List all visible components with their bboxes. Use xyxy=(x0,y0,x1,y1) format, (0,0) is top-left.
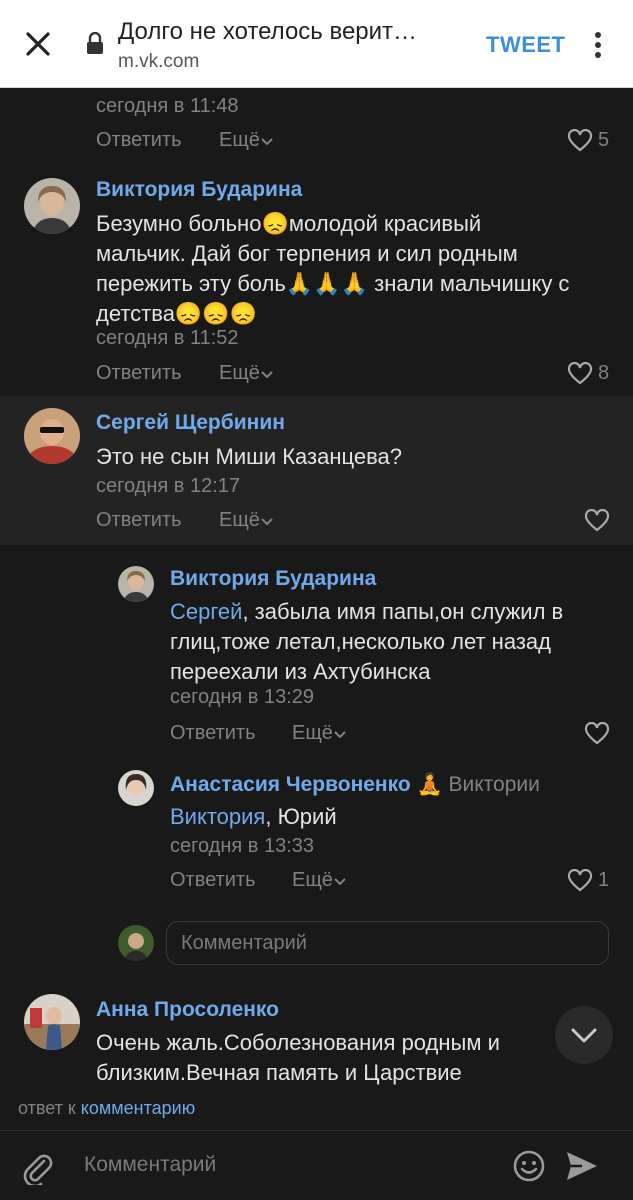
comment-author[interactable]: Анастасия Червоненко 🧘 Виктории xyxy=(170,773,540,797)
comment-text: Сергей, забыла имя папы,он служил в глиц… xyxy=(170,599,564,684)
send-icon[interactable] xyxy=(564,1149,600,1183)
custom-tab-toolbar: Долго не хотелось верит… m.vk.com TWEET xyxy=(0,0,633,88)
more-button[interactable]: Ещё xyxy=(219,129,274,152)
reply-button[interactable]: Ответить xyxy=(96,362,182,385)
lock-icon xyxy=(87,32,103,54)
mention-link[interactable]: Сергей xyxy=(170,599,242,624)
emoji-icon[interactable] xyxy=(512,1149,546,1183)
tweet-button[interactable]: TWEET xyxy=(486,32,566,58)
like-icon[interactable] xyxy=(567,869,593,893)
avatar xyxy=(118,925,154,961)
like-count: 8 xyxy=(598,362,610,384)
like-icon[interactable] xyxy=(584,722,610,746)
more-button[interactable]: Ещё xyxy=(219,509,274,532)
comment-composer: Комментарий xyxy=(0,1130,633,1200)
like-icon[interactable] xyxy=(567,129,593,153)
chevron-down-icon xyxy=(571,1028,597,1043)
avatar[interactable] xyxy=(24,178,80,234)
avatar[interactable] xyxy=(24,994,80,1050)
comment-text: Это не сын Миши Казанцева? xyxy=(96,444,403,469)
chevron-down-icon xyxy=(334,878,346,886)
thread-comment-input[interactable]: Комментарий xyxy=(166,921,609,965)
close-icon[interactable] xyxy=(20,26,56,62)
comment-text: Виктория, Юрий xyxy=(170,804,337,829)
comment-time: сегодня в 12:17 xyxy=(96,475,240,497)
chevron-down-icon xyxy=(261,371,273,379)
attach-icon[interactable] xyxy=(20,1149,54,1185)
comment-author[interactable]: Виктория Бударина xyxy=(170,567,376,591)
more-button[interactable]: Ещё xyxy=(292,722,347,745)
comment-time: сегодня в 13:33 xyxy=(170,835,314,857)
avatar[interactable] xyxy=(118,770,154,806)
reply-button[interactable]: Ответить xyxy=(170,722,256,745)
reply-button[interactable]: Ответить xyxy=(96,509,182,532)
more-vert-icon[interactable] xyxy=(588,30,608,60)
reply-target-link[interactable]: комментарию xyxy=(81,1098,195,1118)
comment-text: Очень жаль.Соболезнования родным и близк… xyxy=(96,1030,500,1085)
mention-link[interactable]: Виктория xyxy=(170,804,265,829)
page-title: Долго не хотелось верит… xyxy=(118,18,418,45)
chevron-down-icon xyxy=(334,731,346,739)
comment-author[interactable]: Виктория Бударина xyxy=(96,178,302,202)
comment-author[interactable]: Анна Просоленко xyxy=(96,998,279,1022)
chevron-down-icon xyxy=(261,138,273,146)
reply-indicator: ответ к комментарию xyxy=(0,1090,633,1130)
reply-button[interactable]: Ответить xyxy=(170,869,256,892)
like-icon[interactable] xyxy=(567,362,593,386)
more-button[interactable]: Ещё xyxy=(219,362,274,385)
composer-input[interactable]: Комментарий xyxy=(84,1153,216,1177)
reply-indicator-label: ответ к xyxy=(18,1098,76,1118)
avatar[interactable] xyxy=(24,408,80,464)
comment-time: сегодня в 13:29 xyxy=(170,686,314,708)
avatar[interactable] xyxy=(118,566,154,602)
comment-author[interactable]: Сергей Щербинин xyxy=(96,411,285,435)
like-count: 5 xyxy=(598,129,610,151)
comment-time: сегодня в 11:52 xyxy=(96,327,239,349)
chevron-down-icon xyxy=(261,518,273,526)
comments-feed[interactable]: сегодня в 11:48 Ответить Ещё 5 Виктория … xyxy=(0,88,633,1088)
scroll-down-button[interactable] xyxy=(555,1006,613,1064)
comment-time: сегодня в 11:48 xyxy=(96,95,239,117)
like-icon[interactable] xyxy=(584,509,610,533)
like-count: 1 xyxy=(598,869,610,891)
more-button[interactable]: Ещё xyxy=(292,869,347,892)
reply-button[interactable]: Ответить xyxy=(96,129,182,152)
reply-to-label[interactable]: Виктории xyxy=(449,773,540,796)
comment-text: Безумно больно😞молодой красивый мальчик.… xyxy=(96,211,570,326)
page-url: m.vk.com xyxy=(118,51,200,72)
